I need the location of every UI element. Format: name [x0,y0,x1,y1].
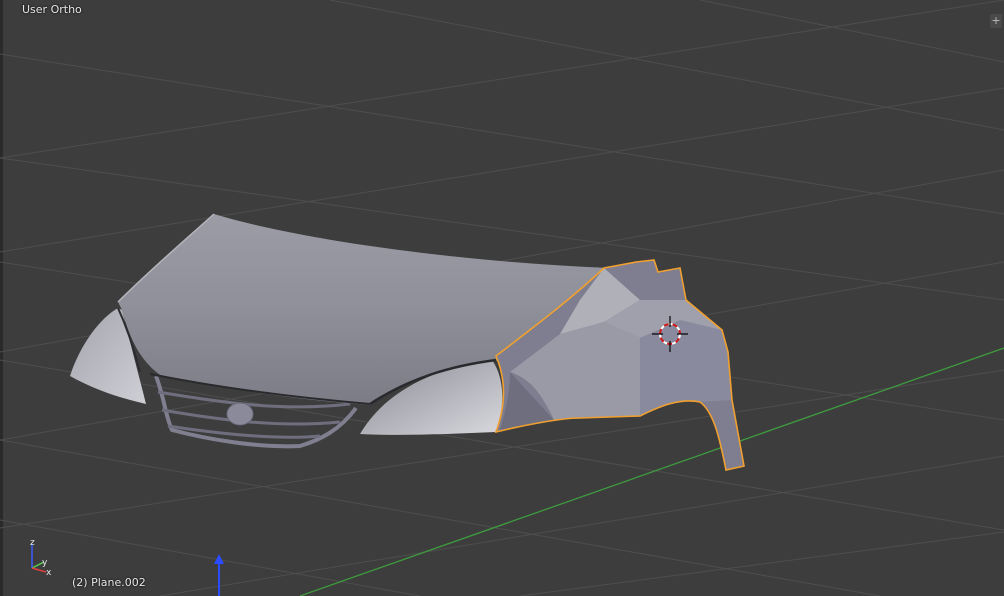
view-name-label: User Ortho [22,3,82,16]
scene-canvas[interactable] [0,0,1004,596]
3d-viewport[interactable]: User Ortho + z y x (2) Plane.002 [0,0,1004,596]
y-axis-label: y [42,558,48,568]
active-object-label: (2) Plane.002 [72,576,146,589]
x-axis-indicator [31,567,47,573]
z-axis-arrow-icon [214,554,224,596]
region-toggle-button[interactable]: + [990,14,1002,28]
plus-icon: + [991,14,1001,27]
x-axis-label: x [46,568,52,576]
grille-emblem [226,402,254,426]
z-axis-label: z [30,538,35,548]
axis-orientation-widget: z y x [30,538,52,576]
